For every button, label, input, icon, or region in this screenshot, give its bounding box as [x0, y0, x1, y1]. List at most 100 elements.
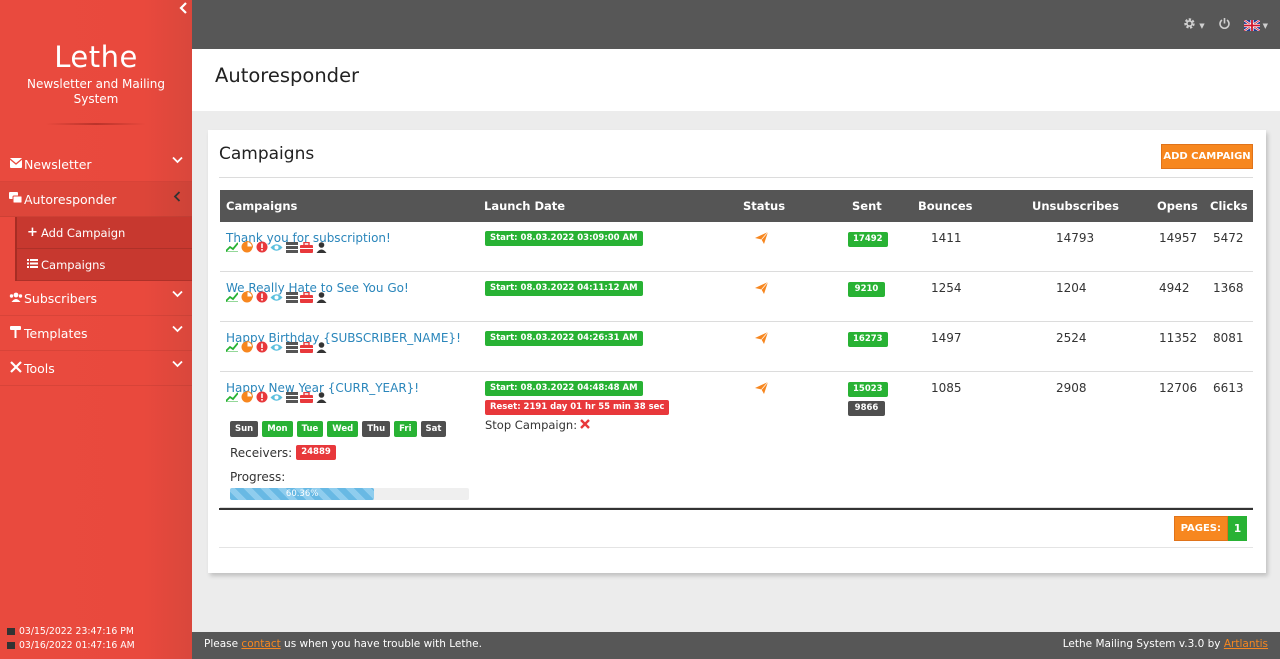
- sidebar-item-add-campaign[interactable]: + Add Campaign: [17, 217, 192, 249]
- unsubscribes-value: 2908: [1056, 381, 1087, 395]
- paper-plane-icon[interactable]: [755, 282, 768, 294]
- reset-badge: Reset: 2191 day 01 hr 55 min 38 sec: [485, 400, 670, 415]
- sidebar-item-label: Autoresponder: [24, 191, 117, 207]
- alert-icon[interactable]: [255, 341, 268, 353]
- server-clock: 03/15/2022 23:47:16 PM: [7, 626, 134, 637]
- paint-roller-icon: [8, 325, 23, 341]
- sidebar-item-templates[interactable]: Templates: [0, 316, 192, 351]
- server-icon[interactable]: [285, 241, 298, 253]
- toolbox-icon[interactable]: [300, 241, 313, 253]
- pie-icon[interactable]: [240, 241, 253, 253]
- sidebar-item-subscribers[interactable]: Subscribers: [0, 281, 192, 316]
- eye-icon[interactable]: [270, 241, 283, 253]
- brand-subtitle: Newsletter and Mailing System: [0, 77, 192, 107]
- paper-plane-icon[interactable]: [755, 232, 768, 244]
- chart-icon[interactable]: [225, 341, 238, 353]
- sent-secondary-badge: 9866: [848, 401, 885, 416]
- collapse-sidebar-icon[interactable]: [179, 2, 188, 18]
- table-footer-line: [219, 508, 1253, 510]
- opens-value: 14957: [1159, 231, 1198, 245]
- campaign-actions: [225, 291, 328, 303]
- top-bar: ▼ ▼: [192, 0, 1280, 49]
- sidebar-item-autoresponder[interactable]: Autoresponder: [0, 182, 192, 217]
- page-button[interactable]: 1: [1228, 516, 1247, 541]
- envelope-icon: [7, 642, 15, 649]
- sidebar-item-label: Add Campaign: [41, 225, 126, 240]
- eye-icon[interactable]: [270, 291, 283, 303]
- column-header: Bounces: [918, 199, 973, 213]
- title-bar: Autoresponder: [192, 49, 1280, 111]
- eye-icon[interactable]: [270, 391, 283, 403]
- pie-icon[interactable]: [240, 391, 253, 403]
- pie-icon[interactable]: [240, 291, 253, 303]
- table-row: Happy Birthday {SUBSCRIBER_NAME}! Start: …: [220, 322, 1253, 372]
- toolbox-icon[interactable]: [300, 391, 313, 403]
- contact-link[interactable]: contact: [241, 638, 280, 650]
- weekday-badge: Wed: [327, 421, 359, 437]
- sidebar: Lethe Newsletter and Mailing System News…: [0, 0, 192, 659]
- power-icon: [1218, 17, 1231, 34]
- brand: Lethe Newsletter and Mailing System: [0, 40, 192, 107]
- launch-date-badge: Start: 08.03.2022 04:11:12 AM: [485, 281, 643, 296]
- launch-date-badge: Start: 08.03.2022 04:26:31 AM: [485, 331, 643, 346]
- users-icon: [8, 292, 23, 305]
- toolbox-icon[interactable]: [300, 341, 313, 353]
- eye-icon[interactable]: [270, 341, 283, 353]
- settings-menu[interactable]: ▼: [1183, 17, 1205, 34]
- user-icon[interactable]: [315, 291, 328, 303]
- alert-icon[interactable]: [255, 391, 268, 403]
- paper-plane-icon[interactable]: [755, 382, 768, 394]
- chevron-left-icon: [172, 191, 183, 202]
- bounces-value: 1085: [931, 381, 962, 395]
- unsubscribes-value: 14793: [1056, 231, 1095, 245]
- footer-text: Please: [204, 638, 242, 650]
- chevron-down-icon: [172, 360, 183, 368]
- user-icon[interactable]: [315, 341, 328, 353]
- brand-title: Lethe: [54, 40, 138, 74]
- add-campaign-button[interactable]: ADD CAMPAIGN: [1161, 144, 1253, 169]
- sidebar-item-newsletter[interactable]: Newsletter: [0, 147, 192, 182]
- paper-plane-icon[interactable]: [755, 332, 768, 344]
- sidebar-item-campaigns[interactable]: Campaigns: [17, 249, 192, 281]
- server-icon[interactable]: [285, 391, 298, 403]
- column-header: Campaigns: [226, 199, 298, 213]
- artlantis-link[interactable]: Artlantis: [1224, 638, 1268, 650]
- table-row: Happy New Year {CURR_YEAR}! Start: 08.03.…: [220, 372, 1253, 508]
- sidebar-item-tools[interactable]: Tools: [0, 351, 192, 386]
- table-header: Campaigns Launch Date Status Sent Bounce…: [220, 190, 1253, 222]
- clicks-value: 1368: [1213, 281, 1244, 295]
- chart-icon[interactable]: [225, 241, 238, 253]
- chevron-down-icon: [172, 290, 183, 298]
- column-header: Clicks: [1210, 199, 1248, 213]
- user-icon[interactable]: [315, 241, 328, 253]
- pie-icon[interactable]: [240, 341, 253, 353]
- divider: [219, 547, 1253, 548]
- footer-text: us when you have trouble with Lethe.: [280, 638, 482, 650]
- alert-icon[interactable]: [255, 241, 268, 253]
- chart-icon[interactable]: [225, 291, 238, 303]
- toolbox-icon[interactable]: [300, 291, 313, 303]
- receivers-label: Receivers:: [230, 445, 293, 460]
- alert-icon[interactable]: [255, 291, 268, 303]
- bounces-value: 1254: [931, 281, 962, 295]
- server-icon[interactable]: [285, 341, 298, 353]
- user-icon[interactable]: [315, 391, 328, 403]
- sent-badge: 9210: [848, 282, 885, 297]
- stop-campaign-label: Stop Campaign:: [485, 418, 578, 432]
- sent-badge: 17492: [848, 232, 888, 247]
- pages-label: PAGES:: [1173, 516, 1228, 541]
- times-icon[interactable]: [580, 418, 590, 432]
- server-icon[interactable]: [285, 291, 298, 303]
- logout-button[interactable]: [1218, 17, 1231, 34]
- weekday-badge: Thu: [362, 421, 391, 437]
- server-time: 03/15/2022 23:47:16 PM: [19, 626, 134, 637]
- column-header: Unsubscribes: [1032, 199, 1119, 213]
- weekday-badge: Fri: [394, 421, 417, 437]
- chart-icon[interactable]: [225, 391, 238, 403]
- language-menu[interactable]: ▼: [1242, 19, 1268, 32]
- weekday-badge: Mon: [262, 421, 293, 437]
- stop-campaign: Stop Campaign:: [485, 418, 590, 432]
- column-header: Status: [743, 199, 786, 213]
- clicks-value: 6613: [1213, 381, 1244, 395]
- sidebar-item-label: Campaigns: [41, 257, 106, 272]
